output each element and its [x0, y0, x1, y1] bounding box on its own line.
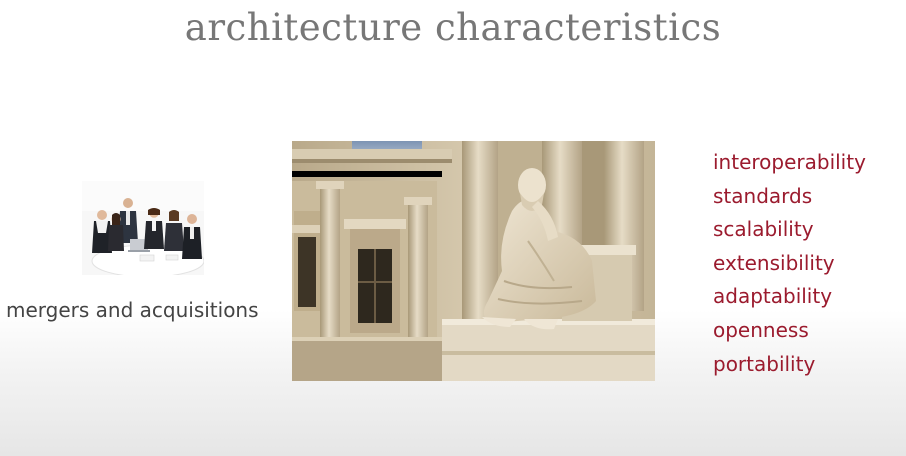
slide-title: architecture characteristics — [184, 6, 722, 49]
list-item-standards: standards — [713, 183, 813, 208]
list-item-extensibility: extensibility — [713, 250, 835, 275]
list-item-openness: openness — [713, 317, 809, 342]
list-item-portability: portability — [713, 351, 816, 376]
list-item-adaptability: adaptability — [713, 284, 833, 309]
list-item-scalability: scalability — [713, 217, 814, 242]
philosopher-statue-photo — [292, 141, 655, 381]
business-meeting-photo — [82, 181, 204, 275]
list-item-interoperability: interoperability — [713, 150, 866, 174]
mergers-and-acquisitions-caption: mergers and acquisitions — [6, 298, 259, 322]
characteristics-list: interoperability standards scalability e… — [713, 146, 866, 381]
